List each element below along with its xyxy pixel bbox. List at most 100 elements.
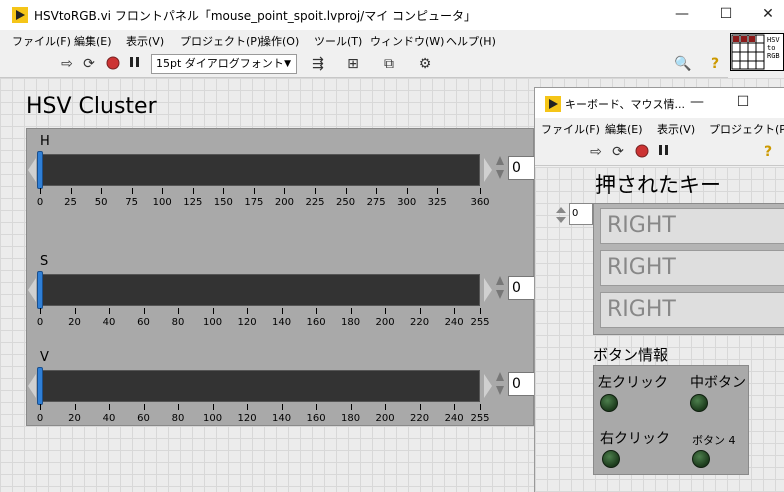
sub-menu-view[interactable]: 表示(V) — [657, 121, 695, 137]
middle-button-label: 中ボタン — [690, 375, 746, 391]
align-icon[interactable]: ⇶ — [305, 55, 331, 73]
increment-arrow-icon[interactable] — [496, 372, 504, 381]
scale-tick — [212, 404, 214, 410]
slider-label: V — [40, 350, 49, 365]
sub-minimize-button[interactable]: — — [677, 90, 717, 114]
sub-menu-edit[interactable]: 編集(E) — [605, 121, 643, 137]
scale-tick — [253, 188, 255, 194]
slider-thumb[interactable] — [37, 271, 43, 309]
pause-icon[interactable] — [126, 55, 144, 73]
right-click-led — [602, 450, 620, 468]
scale-tick-label: 60 — [137, 413, 150, 424]
scale-tick — [223, 188, 225, 194]
main-titlebar[interactable]: HSVtoRGB.vi フロントパネル「mouse_point_spoit.lv… — [0, 0, 784, 30]
reorder-icon[interactable]: ⚙ — [412, 55, 438, 73]
font-select-value: 15pt ダイアログフォント — [156, 57, 284, 70]
scale-tick — [162, 188, 164, 194]
array-index-control[interactable]: 0 — [555, 203, 593, 225]
abort-icon[interactable] — [633, 143, 651, 161]
scale-tick-label: 120 — [237, 413, 257, 424]
maximize-button[interactable]: ☐ — [706, 2, 746, 26]
font-select[interactable]: 15pt ダイアログフォント ▼ — [151, 54, 297, 74]
slider-scale: 0 20 40 60 80 100 120 140 160 180 200 220 240 255 — [37, 308, 490, 330]
scale-tick — [143, 308, 145, 314]
scale-tick-label: 100 — [203, 413, 223, 424]
scale-tick-label: 60 — [137, 317, 150, 328]
sub-maximize-button[interactable]: ☐ — [723, 90, 763, 114]
key-cell: RIGHT — [600, 292, 784, 328]
close-button[interactable]: ✕ — [748, 2, 784, 26]
slider-decrement-arrow[interactable] — [28, 374, 36, 398]
slider-increment-arrow[interactable] — [484, 158, 492, 182]
slider-thumb[interactable] — [37, 367, 43, 405]
slider-track[interactable] — [40, 274, 480, 306]
sub-titlebar[interactable]: キーボード、マウス情... — ☐ — [535, 88, 784, 118]
increment-arrow-icon[interactable] — [496, 276, 504, 285]
slider-decrement-arrow[interactable] — [28, 278, 36, 302]
scale-tick-label: 140 — [272, 413, 292, 424]
menu-operate[interactable]: 操作(O) — [260, 33, 299, 49]
run-arrow-icon[interactable]: ⇨ — [58, 55, 76, 73]
scale-tick-label: 160 — [306, 317, 326, 328]
numeric-spinner[interactable] — [496, 156, 506, 180]
numeric-spinner[interactable] — [496, 372, 506, 396]
resize-icon[interactable]: ⧉ — [376, 55, 402, 73]
numeric-spinner[interactable] — [496, 276, 506, 300]
scale-tick-label: 80 — [171, 317, 185, 328]
sub-toolbar: ⇨ ⟳ ? — [535, 138, 784, 166]
decrement-arrow-icon[interactable] — [496, 290, 504, 299]
menu-project[interactable]: プロジェクト(P) — [180, 33, 261, 49]
abort-icon[interactable] — [104, 55, 122, 73]
scale-tick — [109, 404, 111, 410]
scale-tick-label: 220 — [410, 317, 430, 328]
slider-thumb[interactable] — [37, 151, 43, 189]
vi-connector-pane[interactable]: HSV to RGB — [730, 33, 784, 71]
run-continuous-icon[interactable]: ⟳ — [80, 55, 98, 73]
scale-tick-label: 150 — [213, 197, 233, 208]
scale-tick-label: 125 — [183, 197, 203, 208]
scale-tick — [315, 188, 316, 194]
distribute-icon[interactable]: ⊞ — [340, 55, 366, 73]
scale-tick — [40, 404, 41, 410]
button4-label: ボタン 4 — [692, 434, 736, 447]
scale-tick — [131, 188, 133, 194]
menu-edit[interactable]: 編集(E) — [74, 33, 112, 49]
slider-scale: 0 20 40 60 80 100 120 140 160 180 200 220 240 255 — [37, 404, 490, 426]
left-click-led — [600, 394, 618, 412]
scale-tick-label: 175 — [244, 197, 264, 208]
slider-increment-arrow[interactable] — [484, 278, 492, 302]
help-icon[interactable]: ? — [759, 143, 777, 161]
scale-tick — [247, 404, 249, 410]
menu-view[interactable]: 表示(V) — [126, 33, 164, 49]
menu-file[interactable]: ファイル(F) — [12, 33, 71, 49]
menu-window[interactable]: ウィンドウ(W) — [370, 33, 444, 49]
help-icon[interactable]: ? — [706, 55, 724, 73]
slider-decrement-arrow[interactable] — [28, 158, 36, 182]
chevron-down-icon: ▼ — [284, 59, 291, 69]
array-index-value[interactable]: 0 — [569, 203, 593, 225]
scale-tick — [350, 308, 352, 314]
menu-help[interactable]: ヘルプ(H) — [446, 33, 496, 49]
slider-track[interactable] — [40, 154, 480, 186]
index-spinner-icon[interactable] — [555, 206, 567, 227]
sub-menu-project[interactable]: プロジェクト(P) — [709, 121, 784, 137]
scale-tick-label: 325 — [427, 197, 447, 208]
search-icon[interactable]: 🔍 — [674, 55, 692, 73]
menu-tools[interactable]: ツール(T) — [314, 33, 362, 49]
minimize-button[interactable]: — — [662, 2, 702, 26]
scale-tick — [281, 404, 283, 410]
decrement-arrow-icon[interactable] — [496, 386, 504, 395]
run-continuous-icon[interactable]: ⟳ — [609, 143, 627, 161]
scale-tick — [376, 188, 378, 194]
scale-tick-label: 240 — [444, 413, 464, 424]
pause-icon[interactable] — [655, 143, 673, 161]
sub-menu-file[interactable]: ファイル(F) — [541, 121, 600, 137]
slider-track[interactable] — [40, 370, 480, 402]
decrement-arrow-icon[interactable] — [496, 170, 504, 179]
button-info-cluster: 左クリック 中ボタン 右クリック ボタン 4 — [593, 365, 749, 475]
window-title: HSVtoRGB.vi フロントパネル「mouse_point_spoit.lv… — [34, 9, 477, 23]
slider-increment-arrow[interactable] — [484, 374, 492, 398]
increment-arrow-icon[interactable] — [496, 156, 504, 165]
run-arrow-icon[interactable]: ⇨ — [587, 143, 605, 161]
scale-tick — [454, 404, 456, 410]
